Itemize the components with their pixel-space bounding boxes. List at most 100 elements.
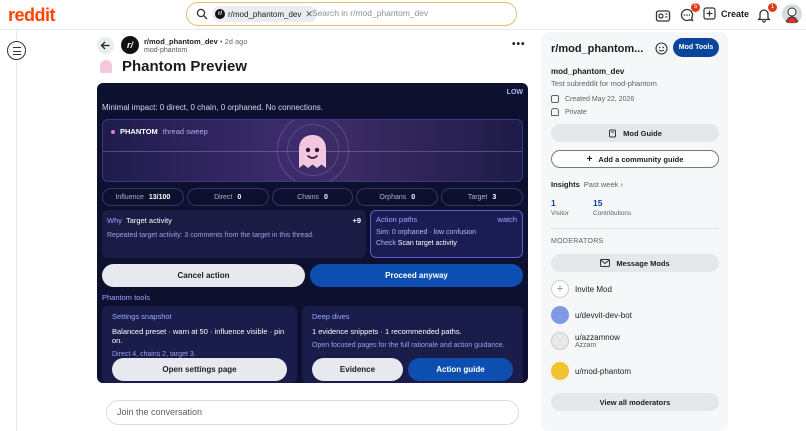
moderator-display-name: Azzam bbox=[575, 342, 597, 349]
view-all-moderators-button[interactable]: View all moderators bbox=[551, 393, 719, 411]
evidence-button[interactable]: Evidence bbox=[312, 358, 403, 381]
customize-icon[interactable] bbox=[655, 42, 668, 55]
insights-header[interactable]: Insights Past week › bbox=[551, 180, 623, 189]
created-date: Created May 22, 2026 bbox=[565, 95, 635, 103]
insights-label: Insights bbox=[551, 180, 580, 189]
post-title: Phantom Preview bbox=[122, 58, 248, 75]
invite-mod-row[interactable]: + Invite Mod bbox=[551, 280, 612, 298]
subreddit-name[interactable]: r/mod_phantom_dev bbox=[144, 37, 218, 46]
stat-target: Target 3 bbox=[441, 188, 523, 206]
why-score: +9 bbox=[352, 216, 361, 225]
search-icon bbox=[196, 8, 208, 20]
subreddit-avatar[interactable]: r/ bbox=[121, 36, 139, 54]
moderator-row[interactable]: u/azzamnow Azzam bbox=[551, 332, 620, 350]
calendar-icon bbox=[551, 95, 559, 103]
message-mods-button[interactable]: Message Mods bbox=[551, 254, 719, 272]
stats-row: Influence 13/100 Direct 0 Chains 0 Orphans 0… bbox=[102, 188, 523, 206]
scrollbar[interactable] bbox=[798, 30, 806, 431]
paths-sim-row: Sim: 0 orphaned · low confusion bbox=[376, 229, 517, 236]
paths-title: Action paths bbox=[376, 215, 418, 224]
stat-value: 13/100 bbox=[148, 193, 171, 201]
message-mods-label: Message Mods bbox=[616, 258, 670, 268]
created-row: Created May 22, 2026 bbox=[551, 95, 634, 103]
create-button[interactable]: Create bbox=[703, 7, 749, 20]
open-settings-button[interactable]: Open settings page bbox=[112, 358, 287, 381]
more-options-button[interactable]: ••• bbox=[512, 39, 526, 50]
book-icon bbox=[609, 129, 617, 137]
moderators-heading: MODERATORS bbox=[551, 238, 604, 245]
stat-value: 0 bbox=[411, 193, 416, 201]
advertise-icon[interactable] bbox=[655, 8, 671, 24]
status-dot-icon bbox=[111, 129, 115, 134]
back-button[interactable] bbox=[97, 37, 114, 54]
stat-influence: Influence 13/100 bbox=[102, 188, 184, 206]
moderator-name[interactable]: u/mod-phantom bbox=[575, 367, 631, 376]
comment-input[interactable]: Join the conversation bbox=[106, 400, 519, 425]
phantom-tools-heading: Phantom tools bbox=[102, 293, 150, 302]
avatar-icon bbox=[785, 7, 799, 24]
invite-mod-label: Invite Mod bbox=[575, 284, 612, 294]
sidebar-title[interactable]: r/mod_phantom... bbox=[551, 43, 643, 55]
impact-summary: Minimal impact: 0 direct, 0 chain, 0 orp… bbox=[102, 103, 324, 112]
stat-label: Target bbox=[467, 193, 488, 201]
plus-icon: + bbox=[551, 280, 569, 298]
notifications-button[interactable]: 1 bbox=[756, 3, 777, 23]
paths-status: watch bbox=[497, 215, 517, 224]
subreddit-link[interactable]: r/mod_phantom_dev • 2d ago bbox=[144, 37, 248, 46]
mail-icon bbox=[600, 259, 611, 267]
moderator-row[interactable]: u/devvit-dev-bot bbox=[551, 306, 632, 324]
cancel-action-button[interactable]: Cancel action bbox=[102, 264, 305, 287]
stat-orphans: Orphans 0 bbox=[356, 188, 439, 206]
check-value: Scan target activity bbox=[397, 240, 457, 247]
hamburger-line bbox=[13, 47, 21, 49]
hero-mode: thread sweep bbox=[162, 127, 208, 136]
lock-icon bbox=[551, 108, 559, 116]
action-paths-card[interactable]: Action paths watch Sim: 0 orphaned · low… bbox=[370, 210, 523, 258]
moderator-name[interactable]: u/devvit-dev-bot bbox=[575, 311, 632, 320]
reddit-logo[interactable]: reddit bbox=[8, 5, 56, 26]
plus-icon bbox=[703, 7, 716, 20]
search-chip-label: r/mod_phantom_dev bbox=[228, 9, 302, 19]
menu-toggle-button[interactable] bbox=[7, 41, 26, 60]
stat-value: 3 bbox=[492, 193, 497, 201]
post-author[interactable]: mod-phantom bbox=[144, 47, 187, 54]
community-name: mod_phantom_dev bbox=[551, 67, 625, 76]
stat-label: Chains bbox=[297, 193, 319, 201]
hamburger-line bbox=[13, 54, 21, 56]
left-rail bbox=[0, 30, 17, 431]
user-avatar[interactable] bbox=[782, 4, 802, 24]
post-time: • 2d ago bbox=[219, 37, 248, 46]
ghost-icon bbox=[299, 135, 326, 168]
post-title-row: Phantom Preview bbox=[100, 58, 247, 75]
add-community-guide-button[interactable]: + Add a community guide bbox=[551, 150, 719, 168]
mod-guide-label: Mod Guide bbox=[623, 128, 662, 138]
action-guide-button[interactable]: Action guide bbox=[408, 358, 513, 381]
create-label: Create bbox=[721, 8, 750, 19]
moderator-row[interactable]: u/mod-phantom bbox=[551, 362, 631, 380]
phantom-panel: LOW Minimal impact: 0 direct, 0 chain, 0… bbox=[97, 83, 528, 383]
mod-guide-button[interactable]: Mod Guide bbox=[551, 124, 719, 142]
visitors-label: Visitor bbox=[551, 210, 569, 217]
search-subreddit-chip[interactable]: r/ r/mod_phantom_dev ✕ bbox=[212, 6, 317, 22]
mod-tools-button[interactable]: Mod Tools bbox=[673, 38, 719, 57]
insights-period[interactable]: Past week › bbox=[584, 180, 623, 189]
stat-label: Influence bbox=[115, 193, 144, 201]
ghost-icon bbox=[100, 60, 112, 73]
moderator-name[interactable]: u/azzamnow bbox=[575, 333, 620, 342]
notif-badge: 1 bbox=[768, 3, 777, 12]
plus-icon: + bbox=[586, 153, 593, 165]
check-key: Check bbox=[376, 240, 396, 247]
sim-value: 0 orphaned · low confusion bbox=[391, 229, 477, 236]
proceed-anyway-button[interactable]: Proceed anyway bbox=[310, 264, 523, 287]
visitors-count: 1 bbox=[551, 198, 556, 208]
top-bar: reddit r/ r/mod_phantom_dev ✕ Search in … bbox=[0, 0, 806, 30]
hero-name: PHANTOM bbox=[120, 127, 158, 136]
contributions-count: 15 bbox=[593, 198, 603, 208]
stat-label: Orphans bbox=[379, 193, 407, 201]
search-input[interactable]: Search in r/mod_phantom_dev bbox=[312, 8, 428, 18]
chat-button[interactable]: 5 bbox=[679, 3, 700, 23]
why-key: Why bbox=[107, 216, 122, 225]
avatar bbox=[551, 332, 569, 350]
divider bbox=[551, 228, 719, 229]
stat-chains: Chains 0 bbox=[271, 188, 354, 206]
